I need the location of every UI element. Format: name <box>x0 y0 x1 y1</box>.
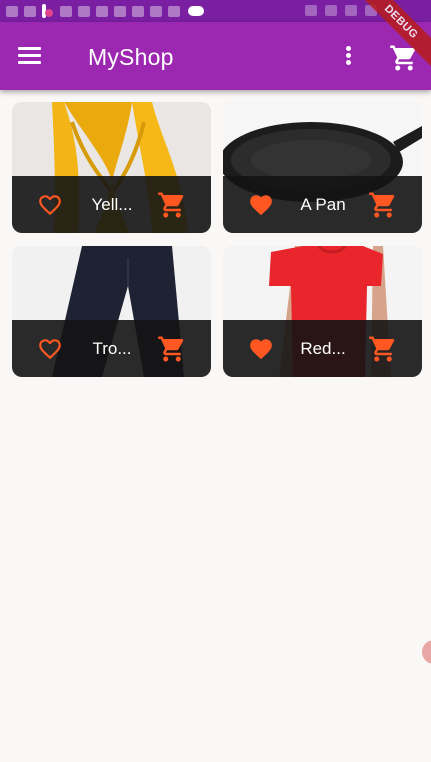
shopping-cart-icon <box>369 336 395 362</box>
more-options-button[interactable] <box>338 44 358 70</box>
product-footer: A Pan <box>223 176 422 233</box>
favorite-button[interactable] <box>36 192 66 218</box>
add-to-cart-button[interactable] <box>368 190 398 220</box>
status-bar <box>0 0 431 22</box>
shopping-cart-icon <box>158 192 184 218</box>
product-card[interactable]: Yell... <box>12 102 211 233</box>
notification-icon <box>96 5 108 17</box>
status-icon <box>345 5 357 16</box>
notification-icon <box>60 5 72 17</box>
notification-icon <box>150 5 162 17</box>
add-to-cart-button[interactable] <box>157 190 187 220</box>
app-notification-icon <box>42 4 54 18</box>
product-title: Tro... <box>92 339 132 358</box>
notification-icon <box>168 5 180 17</box>
app-title: MyShop <box>88 44 174 70</box>
floating-bubble[interactable] <box>422 640 431 664</box>
product-footer: Red... <box>223 320 422 377</box>
heart-icon <box>250 339 272 360</box>
product-card[interactable]: Tro... <box>12 246 211 377</box>
notification-icon <box>78 5 90 17</box>
product-title: A Pan <box>300 195 346 214</box>
status-icon <box>325 5 337 16</box>
status-icon <box>305 5 317 16</box>
product-title: Red... <box>300 339 346 358</box>
product-title: Yell... <box>91 195 133 214</box>
product-footer: Yell... <box>12 176 211 233</box>
add-to-cart-button[interactable] <box>368 334 398 364</box>
notification-icon <box>24 5 36 17</box>
more-vert-icon <box>345 46 351 51</box>
add-to-cart-button[interactable] <box>157 334 187 364</box>
menu-button[interactable] <box>18 44 50 70</box>
notification-icon <box>6 5 18 17</box>
heart-outline-icon <box>39 339 61 360</box>
favorite-button[interactable] <box>36 336 66 362</box>
shopping-cart-icon <box>158 336 184 362</box>
notification-icon <box>114 5 126 17</box>
shopping-cart-icon <box>369 192 395 218</box>
favorite-button[interactable] <box>247 336 277 362</box>
notification-icon <box>132 5 144 17</box>
app-bar: MyShop <box>0 22 431 90</box>
product-footer: Tro... <box>12 320 211 377</box>
cloud-icon <box>188 6 204 16</box>
product-card[interactable]: A Pan <box>223 102 422 233</box>
heart-icon <box>250 195 272 216</box>
favorite-button[interactable] <box>247 192 277 218</box>
menu-icon <box>18 47 41 50</box>
product-card[interactable]: Red... <box>223 246 422 377</box>
heart-outline-icon <box>39 195 61 216</box>
